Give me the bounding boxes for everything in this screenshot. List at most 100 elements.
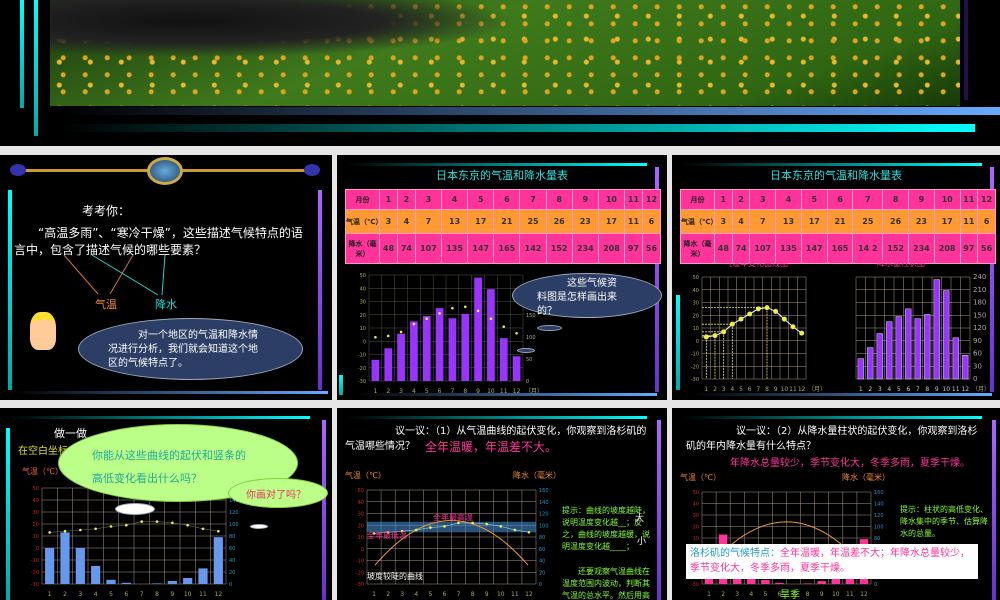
steep-curve-label: 坡度较陡的曲线 — [367, 572, 423, 581]
x-tick: 4 — [730, 386, 734, 393]
x-tick: 7 — [457, 591, 461, 598]
x-tick: 9 — [170, 591, 174, 598]
x-tick: 10 — [832, 591, 840, 598]
x-tick: 7 — [140, 591, 144, 598]
y-tick-right: 40 — [229, 558, 235, 564]
summary-label: 洛杉矶的气候特点： — [690, 548, 780, 559]
y-tick-left: -10 — [358, 353, 366, 359]
cell-temp-8: 26 — [545, 209, 573, 234]
min-temp-label: 全年最低温 — [367, 531, 407, 540]
precip-bar-10 — [487, 289, 495, 381]
precip-bar-1 — [371, 359, 380, 381]
y-tick-left: 30 — [693, 301, 699, 307]
temp-point-9 — [485, 522, 489, 526]
table-title: 日本东京的气温和降水量表 — [436, 169, 568, 182]
precip-bar-8 — [461, 313, 470, 381]
cell-temp-9: 23 — [571, 209, 599, 234]
x-tick: 3 — [78, 591, 82, 598]
temp-point-9 — [476, 309, 480, 313]
y-tick-right: 80 — [539, 535, 545, 541]
cell-month-12: 12 — [977, 189, 996, 210]
precip-bar-5 — [761, 579, 770, 584]
temp-point-5 — [109, 525, 113, 528]
y-tick-left: 10 — [693, 536, 699, 542]
x-tick: 1 — [707, 591, 711, 598]
x-tick: 11 — [500, 388, 508, 395]
cell-temp-7: 25 — [519, 209, 547, 234]
precip-bar-2 — [60, 532, 70, 584]
cell-temp-5: 17 — [467, 209, 495, 234]
y-tick-left: -30 — [356, 582, 364, 588]
precip-bar-5 — [895, 316, 902, 380]
x-tick: 12 — [961, 386, 969, 393]
y-tick-left: 20 — [693, 525, 699, 531]
cell-month-9: 9 — [571, 189, 599, 210]
precip-bar-5 — [106, 579, 116, 584]
slide-thumbnail-6[interactable]: 议一议：（1）从气温曲线的起伏变化，你观察到洛杉矶的气温哪些情况？ 全年温暖，年… — [337, 408, 667, 600]
cell-precip-7: 142 — [519, 233, 547, 264]
temp-point-1 — [48, 531, 51, 534]
x-tick: 11 — [511, 591, 519, 598]
meadow-photo — [50, 0, 960, 106]
answer-text: 全年温暖，年温差不大。 — [425, 438, 558, 455]
bubble-text: 你能从这些曲线的起伏和竖条的高低变化看出什么吗？ — [92, 449, 246, 485]
temp-point-5 — [429, 526, 432, 529]
x-tick: 8 — [765, 386, 769, 393]
temp-point-8 — [463, 305, 467, 309]
cell-temp-10: 17 — [597, 209, 626, 234]
y-tick-left: -10 — [31, 558, 39, 564]
x-tick: 2 — [713, 386, 717, 393]
x-tick: 8 — [806, 591, 810, 598]
precip-bar-8 — [803, 583, 812, 584]
bubble-dot — [250, 524, 268, 529]
temp-point-11 — [513, 528, 517, 532]
y-tick-right: 120 — [973, 324, 986, 332]
slide-thumbnail-4[interactable]: 日本东京的气温和降水量表 月份 1 2 3 4 5 6 7 8 9 10 11 12 气温（℃） 3 4 7 13… — [672, 155, 1000, 400]
precip-bar-9 — [933, 279, 940, 380]
x-tick: 1 — [704, 386, 708, 393]
cell-temp-2: 4 — [731, 209, 751, 234]
x-tick: 9 — [485, 591, 489, 598]
x-tick: 10 — [184, 591, 192, 598]
x-tick: 3 — [400, 591, 404, 598]
x-tick: 9 — [476, 388, 480, 395]
temp-point-6 — [443, 525, 446, 528]
precip-bar-11 — [198, 568, 208, 584]
y-tick-right: 100 — [229, 522, 239, 528]
x-tick: 11 — [199, 591, 207, 598]
slide-thumbnail-2[interactable]: 考考你： “高温多雨”、“寒冷干燥”，这些描述气候特点的语言中，包含了描述气候的… — [0, 155, 332, 400]
temp-point-8 — [764, 305, 770, 311]
x-unit: （月） — [972, 386, 990, 393]
temp-point-10 — [489, 317, 493, 321]
y-tick-left: 40 — [693, 288, 699, 294]
y-tick-right: 90 — [973, 337, 982, 345]
y-axis-label: 气温（℃） — [22, 467, 63, 476]
y-tick-right: 60 — [229, 546, 235, 552]
slide-thumbnail-5[interactable]: 做一做 在空白坐标 气温（℃） -30 -20 -10 0 10 20 30 40 50 0 20 4… — [0, 408, 332, 600]
row-header-temp: 气温（℃） — [345, 209, 382, 234]
temp-point-4 — [412, 322, 416, 326]
x-tick: 4 — [94, 591, 98, 598]
cell-temp-6: 21 — [826, 209, 854, 234]
combo-chart: -30-20-100102030405005010015020012345678… — [358, 273, 543, 395]
cell-month-11: 11 — [959, 189, 979, 210]
x-tick: 10 — [487, 388, 495, 395]
cell-month-11: 11 — [624, 189, 643, 210]
x-tick: 10 — [497, 591, 505, 598]
slide-thumbnail-3[interactable]: 日本东京的气温和降水量表 月份 1 2 3 4 5 6 7 8 9 10 11 12 气温（℃） 3 4 7 13… — [337, 155, 667, 400]
temp-point-10 — [186, 523, 189, 527]
y-tick-left: 50 — [358, 488, 364, 494]
precip-bar-12 — [962, 354, 969, 380]
y-tick-left: 40 — [693, 502, 699, 508]
x-tick: 7 — [916, 386, 920, 393]
temp-point-12 — [799, 330, 805, 336]
cell-temp-11: 11 — [959, 209, 979, 234]
x-tick: 11 — [789, 386, 797, 393]
temp-point-7 — [140, 520, 143, 523]
y-tick-left: 0 — [363, 339, 366, 345]
y-tick-left: -20 — [691, 364, 699, 370]
precip-bar-6 — [435, 308, 444, 381]
cell-temp-1: 3 — [379, 209, 398, 234]
slide-thumbnail-1[interactable] — [0, 0, 1000, 146]
slide-thumbnail-7[interactable]: 议一议：（2）从降水量柱状的起伏变化，你观察到洛杉矶的年内降水量有什么特点？ 年… — [672, 408, 1000, 600]
